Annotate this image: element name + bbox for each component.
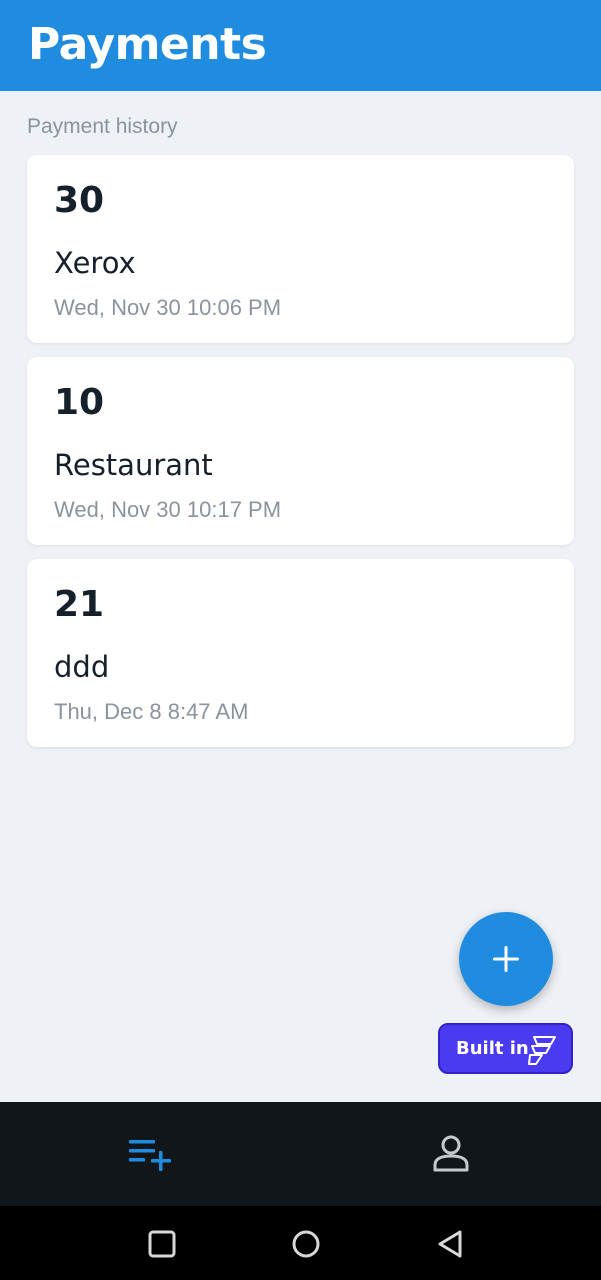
square-icon (148, 1230, 176, 1258)
nav-item-payments[interactable] (0, 1102, 300, 1206)
system-navigation-bar (0, 1206, 601, 1280)
payment-name: Restaurant (54, 448, 213, 482)
bottom-navigation (0, 1102, 601, 1206)
nav-item-profile[interactable] (301, 1102, 601, 1206)
flutterflow-logo-icon (528, 1036, 556, 1065)
add-payment-button[interactable] (459, 912, 553, 1006)
payment-date: Thu, Dec 8 8:47 AM (54, 699, 249, 724)
back-button[interactable] (434, 1228, 466, 1260)
page-title: Payments (28, 19, 267, 70)
badge-text: Built in (456, 1037, 529, 1059)
playlist-add-icon (129, 1140, 171, 1171)
circle-icon (292, 1230, 320, 1258)
plus-icon (493, 946, 519, 972)
app-header: Payments (0, 0, 601, 91)
recents-button[interactable] (146, 1228, 178, 1260)
payment-date: Wed, Nov 30 10:06 PM (54, 295, 282, 320)
payment-name: Xerox (54, 246, 136, 280)
payment-date: Wed, Nov 30 10:17 PM (54, 497, 282, 522)
payment-card[interactable]: 30 Xerox Wed, Nov 30 10:06 PM (27, 155, 574, 343)
payment-amount: 21 (54, 584, 105, 625)
payment-amount: 10 (54, 382, 105, 423)
home-button[interactable] (290, 1228, 322, 1260)
payment-amount: 30 (54, 180, 105, 221)
built-in-badge[interactable]: Built in (438, 1023, 573, 1074)
payment-card[interactable]: 21 ddd Thu, Dec 8 8:47 AM (27, 559, 574, 747)
back-triangle-icon (438, 1230, 462, 1258)
payment-card[interactable]: 10 Restaurant Wed, Nov 30 10:17 PM (27, 357, 574, 545)
person-icon (433, 1135, 469, 1172)
payment-history-label: Payment history (27, 115, 178, 138)
payment-name: ddd (54, 650, 110, 684)
